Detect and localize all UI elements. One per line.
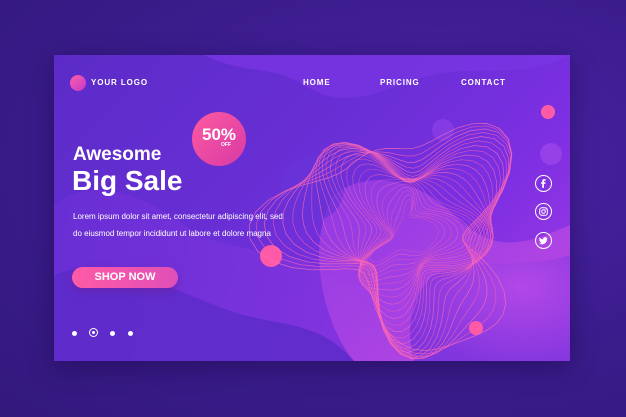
discount-off-label: OFF (221, 142, 231, 148)
hero-description-line2: do eiusmod tempor incididunt ut labore e… (73, 229, 271, 238)
discount-badge: 50% OFF (192, 112, 246, 166)
carousel-dot-3[interactable] (110, 331, 115, 336)
instagram-icon[interactable] (535, 203, 552, 220)
twitter-icon[interactable] (535, 232, 552, 249)
hero-title-line2: Big Sale (72, 165, 183, 196)
facebook-icon[interactable] (535, 175, 552, 192)
discount-percent: 50% (201, 125, 237, 144)
logo-text[interactable]: YOUR LOGO (91, 78, 148, 87)
shop-now-button[interactable]: SHOP NOW (72, 267, 178, 288)
carousel-dot-2[interactable] (89, 328, 98, 337)
hero-title-line1: Awesome (73, 144, 162, 165)
nav-pricing[interactable]: PRICING (380, 78, 420, 87)
nav-contact[interactable]: CONTACT (461, 78, 506, 87)
wavy-line-art (249, 123, 513, 360)
hero-description-line1: Lorem ipsum dolor sit amet, consectetur … (73, 212, 283, 221)
nav-home[interactable]: HOME (303, 78, 331, 87)
carousel-dot-1[interactable] (72, 331, 77, 336)
carousel-dot-4[interactable] (128, 331, 133, 336)
logo-icon (70, 75, 86, 91)
landing-page-frame: YOUR LOGO HOME PRICING CONTACT 50% OFF A… (54, 55, 570, 361)
